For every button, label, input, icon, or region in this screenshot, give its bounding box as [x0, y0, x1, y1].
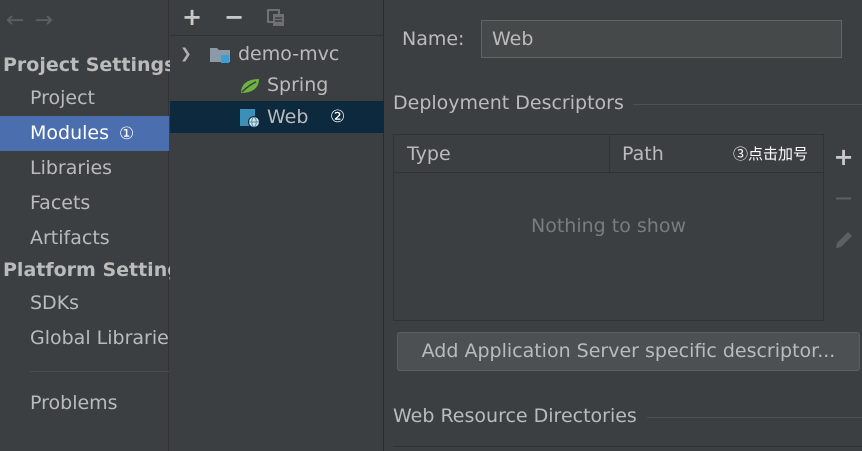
- tree-node-label: demo-mvc: [238, 43, 340, 65]
- name-label: Name:: [402, 28, 465, 50]
- add-icon[interactable]: +: [182, 3, 202, 31]
- tree-node-label: Web: [267, 106, 309, 128]
- module-tree-panel: + − ❯ demo-mvc Spring Web ②: [170, 0, 384, 451]
- settings-nav: ←→ Project Settings Project Modules ① Lib…: [0, 0, 181, 451]
- remove-descriptor-icon: −: [833, 184, 854, 212]
- nav-item-modules[interactable]: Modules ①: [0, 116, 169, 151]
- tree-node-demo-mvc[interactable]: ❯ demo-mvc: [170, 38, 384, 70]
- column-header-type[interactable]: Type: [407, 135, 451, 173]
- module-folder-icon: [210, 48, 230, 63]
- edit-pencil-icon: [836, 232, 852, 248]
- nav-item-artifacts[interactable]: Artifacts: [0, 221, 169, 256]
- deployment-descriptors-title: Deployment Descriptors: [393, 92, 624, 114]
- nav-item-sdks[interactable]: SDKs: [0, 286, 169, 321]
- tree-node-spring[interactable]: Spring: [170, 69, 384, 101]
- web-resource-table: [393, 446, 862, 451]
- tree-node-web[interactable]: Web ②: [170, 101, 384, 133]
- section-divider: [647, 417, 862, 418]
- empty-table-message: Nothing to show: [531, 215, 686, 237]
- nav-item-problems[interactable]: Problems: [0, 386, 169, 421]
- add-descriptor-icon[interactable]: +: [824, 143, 862, 171]
- section-project-settings: Project Settings: [3, 54, 176, 76]
- annotation-1: ①: [119, 124, 135, 144]
- web-resource-directories-title: Web Resource Directories: [393, 405, 637, 427]
- copy-icon[interactable]: [266, 8, 286, 28]
- annotation-2: ②: [330, 107, 346, 127]
- nav-item-project[interactable]: Project: [0, 81, 169, 116]
- name-input[interactable]: [481, 20, 842, 58]
- forward-arrow-icon[interactable]: →: [34, 8, 62, 33]
- web-facet-detail-panel: Name: Deployment Descriptors Type Path N…: [385, 0, 862, 451]
- section-divider: [633, 104, 862, 105]
- add-server-descriptor-button[interactable]: Add Application Server specific descript…: [397, 332, 860, 371]
- nav-item-libraries[interactable]: Libraries: [0, 151, 169, 186]
- nav-item-facets[interactable]: Facets: [0, 186, 169, 221]
- column-separator[interactable]: [609, 135, 610, 173]
- remove-icon[interactable]: −: [224, 3, 244, 31]
- web-facet-icon: [240, 109, 260, 128]
- table-side-toolbar: + −: [823, 134, 862, 321]
- nav-item-global-libraries[interactable]: Global Librarie: [0, 321, 169, 356]
- chevron-down-icon[interactable]: ❯: [180, 38, 192, 70]
- tree-toolbar: + −: [170, 0, 384, 36]
- section-platform-settings: Platform Setting: [3, 259, 181, 281]
- annotation-3: ③点击加号: [733, 145, 809, 163]
- tree-node-label: Spring: [267, 74, 329, 96]
- history-arrows: ←→: [6, 8, 63, 33]
- spring-leaf-icon: [241, 79, 259, 93]
- nav-divider: [30, 371, 169, 372]
- back-arrow-icon[interactable]: ←: [6, 8, 34, 33]
- column-header-path[interactable]: Path: [622, 135, 664, 173]
